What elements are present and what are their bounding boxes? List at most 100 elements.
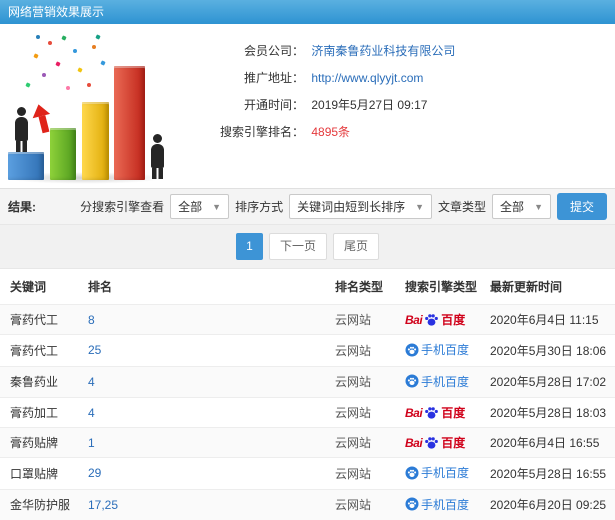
filter-bar: 结果: 分搜索引擎查看 全部 ▼ 排序方式 关键词由短到长排序 ▼ 文章类型 全… [0, 188, 615, 225]
col-update-time: 最新更新时间 [490, 280, 563, 294]
table-row: 膏药贴牌 1 云网站 Bai 百度 2020年6月4日 16:55 [0, 427, 615, 458]
page-title: 网络营销效果展示 [0, 0, 615, 24]
table-row: 秦鲁药业 4 云网站 手机百度 2020年5月28日 17:02 [0, 365, 615, 398]
page-current[interactable]: 1 [235, 233, 263, 260]
sort-select[interactable]: 关键词由短到长排序 ▼ [289, 194, 433, 219]
update-time-cell: 2020年5月28日 18:03 [480, 397, 615, 428]
open-time-value: 2019年5月27日 09:17 [311, 98, 428, 112]
keyword-table-body: 膏药代工 8 云网站 Bai 百度 2020年6月4日 11:15 膏药代工 25 云网站 手机百… [0, 304, 615, 520]
keyword-cell: 口罩贴牌 [0, 457, 78, 489]
table-row: 膏药加工 4 云网站 Bai 百度 2020年5月28日 18:03 [0, 397, 615, 428]
table-header-row: 关键词 排名 排名类型 搜索引擎类型 最新更新时间 [0, 269, 615, 305]
rank-type-cell: 云网站 [325, 365, 395, 398]
promo-url-row: 推广地址： http://www.qlyyjt.com [182, 65, 455, 92]
update-time-cell: 2020年5月28日 16:55 [480, 457, 615, 489]
keyword-cell: 膏药代工 [0, 334, 78, 366]
engine-cell: 手机百度 [395, 488, 480, 520]
bar-red [114, 66, 145, 180]
mobile-baidu-logo: 手机百度 [405, 373, 469, 390]
rank-link[interactable]: 29 [78, 457, 325, 489]
engine-filter-label: 分搜索引擎查看 [80, 200, 165, 214]
baidu-logo: Bai 百度 [405, 312, 466, 328]
rank-type-cell: 云网站 [325, 427, 395, 458]
mobile-baidu-logo: 手机百度 [405, 464, 469, 481]
member-info-list: 会员公司： 济南秦鲁药业科技有限公司 推广地址： http://www.qlyy… [182, 28, 455, 188]
mobile-baidu-paw-icon [405, 374, 419, 388]
table-row: 膏药代工 25 云网站 手机百度 2020年5月30日 18:06 [0, 334, 615, 366]
mobile-baidu-paw-icon [405, 465, 419, 480]
baidu-logo: Bai 百度 [405, 435, 466, 451]
rank-type-cell: 云网站 [325, 457, 395, 489]
rank-link[interactable]: 4 [78, 365, 325, 398]
member-company-label: 会员公司： [243, 44, 304, 58]
open-time-row: 开通时间： 2019年5月27日 09:17 [182, 92, 455, 119]
update-time-cell: 2020年6月20日 09:25 [480, 488, 615, 520]
page-next-button[interactable]: 下一页 [268, 233, 327, 260]
mobile-baidu-logo: 手机百度 [405, 496, 469, 513]
rank-link[interactable]: 25 [78, 334, 325, 366]
rank-type-cell: 云网站 [325, 304, 395, 335]
col-rank: 排名 [88, 280, 113, 294]
keyword-cell: 膏药代工 [0, 304, 78, 335]
businessman-figure-left [14, 107, 29, 152]
table-row: 膏药代工 8 云网站 Bai 百度 2020年6月4日 11:15 [0, 304, 615, 335]
up-arrow-icon [29, 102, 54, 134]
promo-url-link[interactable]: http://www.qlyyjt.com [311, 71, 423, 85]
update-time-cell: 2020年6月4日 16:55 [480, 427, 615, 458]
col-engine-type: 搜索引擎类型 [405, 280, 478, 294]
member-company-link[interactable]: 济南秦鲁药业科技有限公司 [311, 44, 455, 58]
rank-type-cell: 云网站 [325, 397, 395, 428]
bar-yellow [82, 102, 109, 180]
pagination: 1 下一页 尾页 [0, 225, 615, 269]
mobile-baidu-paw-icon [405, 497, 419, 511]
keyword-cell: 金华防护服 [0, 488, 78, 520]
sort-label: 排序方式 [235, 200, 284, 214]
marketing-effect-page: 网络营销效果展示 会员公司： 济南秦鲁药业科技有限公司 推广地址： http:/… [0, 0, 615, 520]
page-last-button[interactable]: 尾页 [333, 233, 380, 260]
baidu-paw-icon [425, 437, 439, 449]
update-time-cell: 2020年5月30日 18:06 [480, 334, 615, 366]
baidu-paw-icon [425, 314, 439, 326]
rank-type-cell: 云网站 [325, 488, 395, 520]
rank-link[interactable]: 1 [78, 427, 325, 458]
keyword-cell: 秦鲁药业 [0, 365, 78, 398]
promo-url-label: 推广地址： [243, 71, 304, 85]
col-keyword: 关键词 [10, 280, 47, 294]
engine-cell: 手机百度 [395, 457, 480, 489]
open-time-label: 开通时间： [243, 98, 304, 112]
rank-count-label: 搜索引擎排名： [219, 125, 304, 139]
article-type-select[interactable]: 全部 ▼ [492, 194, 551, 219]
baidu-paw-icon [425, 407, 439, 419]
keyword-cell: 膏药加工 [0, 397, 78, 428]
member-info-section: 会员公司： 济南秦鲁药业科技有限公司 推广地址： http://www.qlyy… [0, 24, 615, 188]
engine-cell: 手机百度 [395, 365, 480, 398]
rank-count-row: 搜索引擎排名： 4895条 [182, 119, 455, 146]
rank-link[interactable]: 8 [78, 304, 325, 335]
bar-green [50, 128, 76, 180]
update-time-cell: 2020年6月4日 11:15 [480, 304, 615, 335]
table-row: 口罩贴牌 29 云网站 手机百度 2020年5月28日 16:55 [0, 457, 615, 489]
article-type-value: 全部 [500, 200, 525, 214]
member-company-row: 会员公司： 济南秦鲁药业科技有限公司 [182, 38, 455, 65]
rank-count-value: 4895条 [311, 125, 351, 139]
chevron-down-icon: ▼ [534, 201, 543, 212]
keyword-cell: 膏药贴牌 [0, 427, 78, 458]
mobile-baidu-logo: 手机百度 [405, 341, 469, 358]
engine-cell: Bai 百度 [395, 427, 480, 458]
col-rank-type: 排名类型 [335, 280, 384, 294]
rank-link[interactable]: 17,25 [78, 488, 325, 520]
engine-filter-value: 全部 [178, 200, 203, 214]
engine-cell: Bai 百度 [395, 397, 480, 428]
growth-chart-illustration [0, 28, 182, 186]
rank-type-cell: 云网站 [325, 334, 395, 366]
rank-link[interactable]: 4 [78, 397, 325, 428]
update-time-cell: 2020年5月28日 17:02 [480, 365, 615, 398]
engine-cell: 手机百度 [395, 334, 480, 366]
mobile-baidu-paw-icon [405, 342, 419, 357]
businessman-figure-right [150, 134, 165, 179]
submit-button[interactable]: 提交 [556, 193, 607, 220]
engine-filter-select[interactable]: 全部 ▼ [170, 194, 230, 219]
result-label: 结果: [8, 200, 36, 214]
chevron-down-icon: ▼ [212, 201, 222, 212]
baidu-logo: Bai 百度 [405, 405, 466, 421]
